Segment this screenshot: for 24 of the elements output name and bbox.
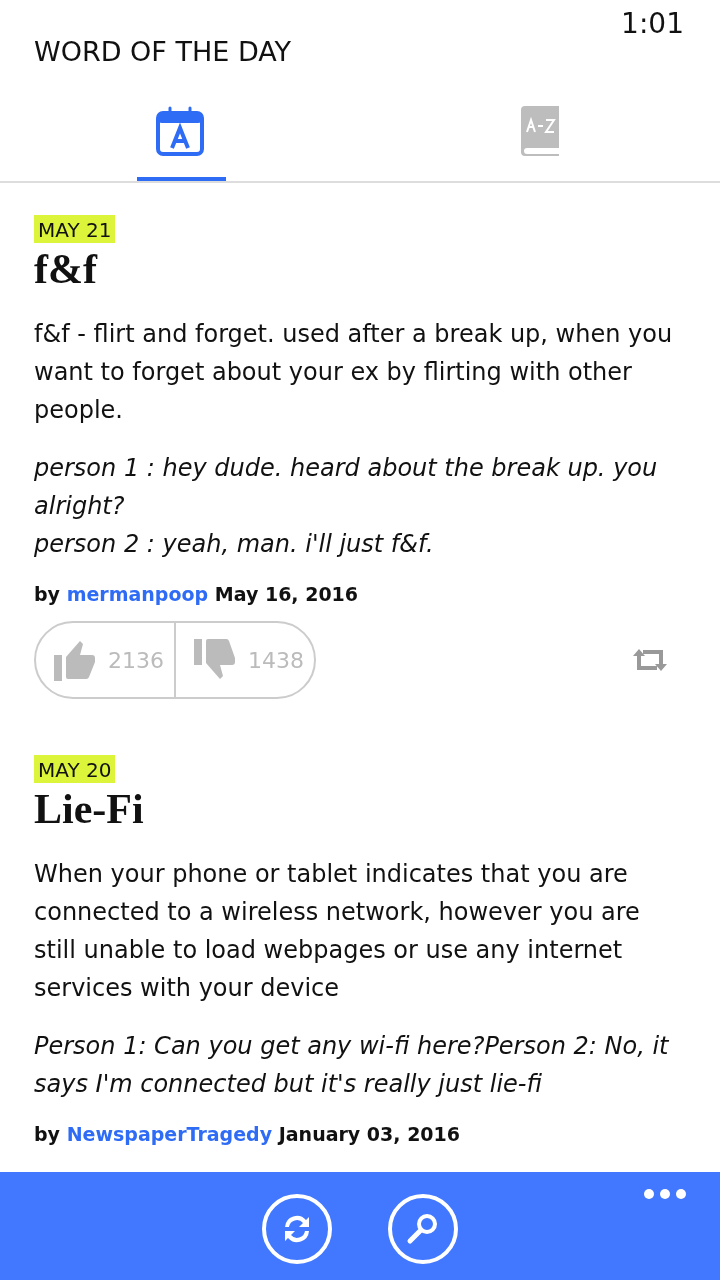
- page-title: WORD OF THE DAY: [33, 36, 293, 67]
- by-label: by: [34, 583, 60, 605]
- definition-text: f&f - flirt and forget. used after a break up, when you want to forget about your ex by flirting with other people.: [34, 319, 674, 426]
- author-link[interactable]: mermanpoop: [66, 583, 209, 605]
- refresh-button[interactable]: [262, 1194, 332, 1264]
- example-text: person 1 : hey dude. heard about the break up. you alright?: [34, 453, 659, 522]
- more-icon[interactable]: [644, 1189, 686, 1199]
- post-date: May 16, 2016: [214, 583, 359, 605]
- date-label: MAY 20: [34, 755, 116, 783]
- by-label: by: [34, 1123, 60, 1145]
- example-text: person 2 : yeah, man. i'll just f&f.: [34, 529, 435, 560]
- post-date: January 03, 2016: [278, 1123, 460, 1145]
- author-link[interactable]: NewspaperTragedy: [66, 1123, 273, 1145]
- date-label: MAY 21: [34, 215, 116, 243]
- search-button[interactable]: [388, 1194, 458, 1264]
- thumbs-down-icon: [194, 639, 238, 681]
- clock: 1:01: [621, 7, 684, 40]
- word-title: f&f: [34, 245, 99, 293]
- definition-text: When your phone or tablet indicates that you are connected to a wireless network, however you are still unable to load webpages or use any internet services with your device: [34, 859, 641, 1004]
- repost-icon[interactable]: [632, 647, 668, 673]
- example-text: Person 1: Can you get any wi-fi here?Person 2: No, it says I'm connected but it's really just lie-fi: [34, 1031, 670, 1100]
- word-title: Lie-Fi: [34, 785, 145, 833]
- calendar-icon: [156, 106, 204, 156]
- thumbs-up-icon: [54, 639, 98, 681]
